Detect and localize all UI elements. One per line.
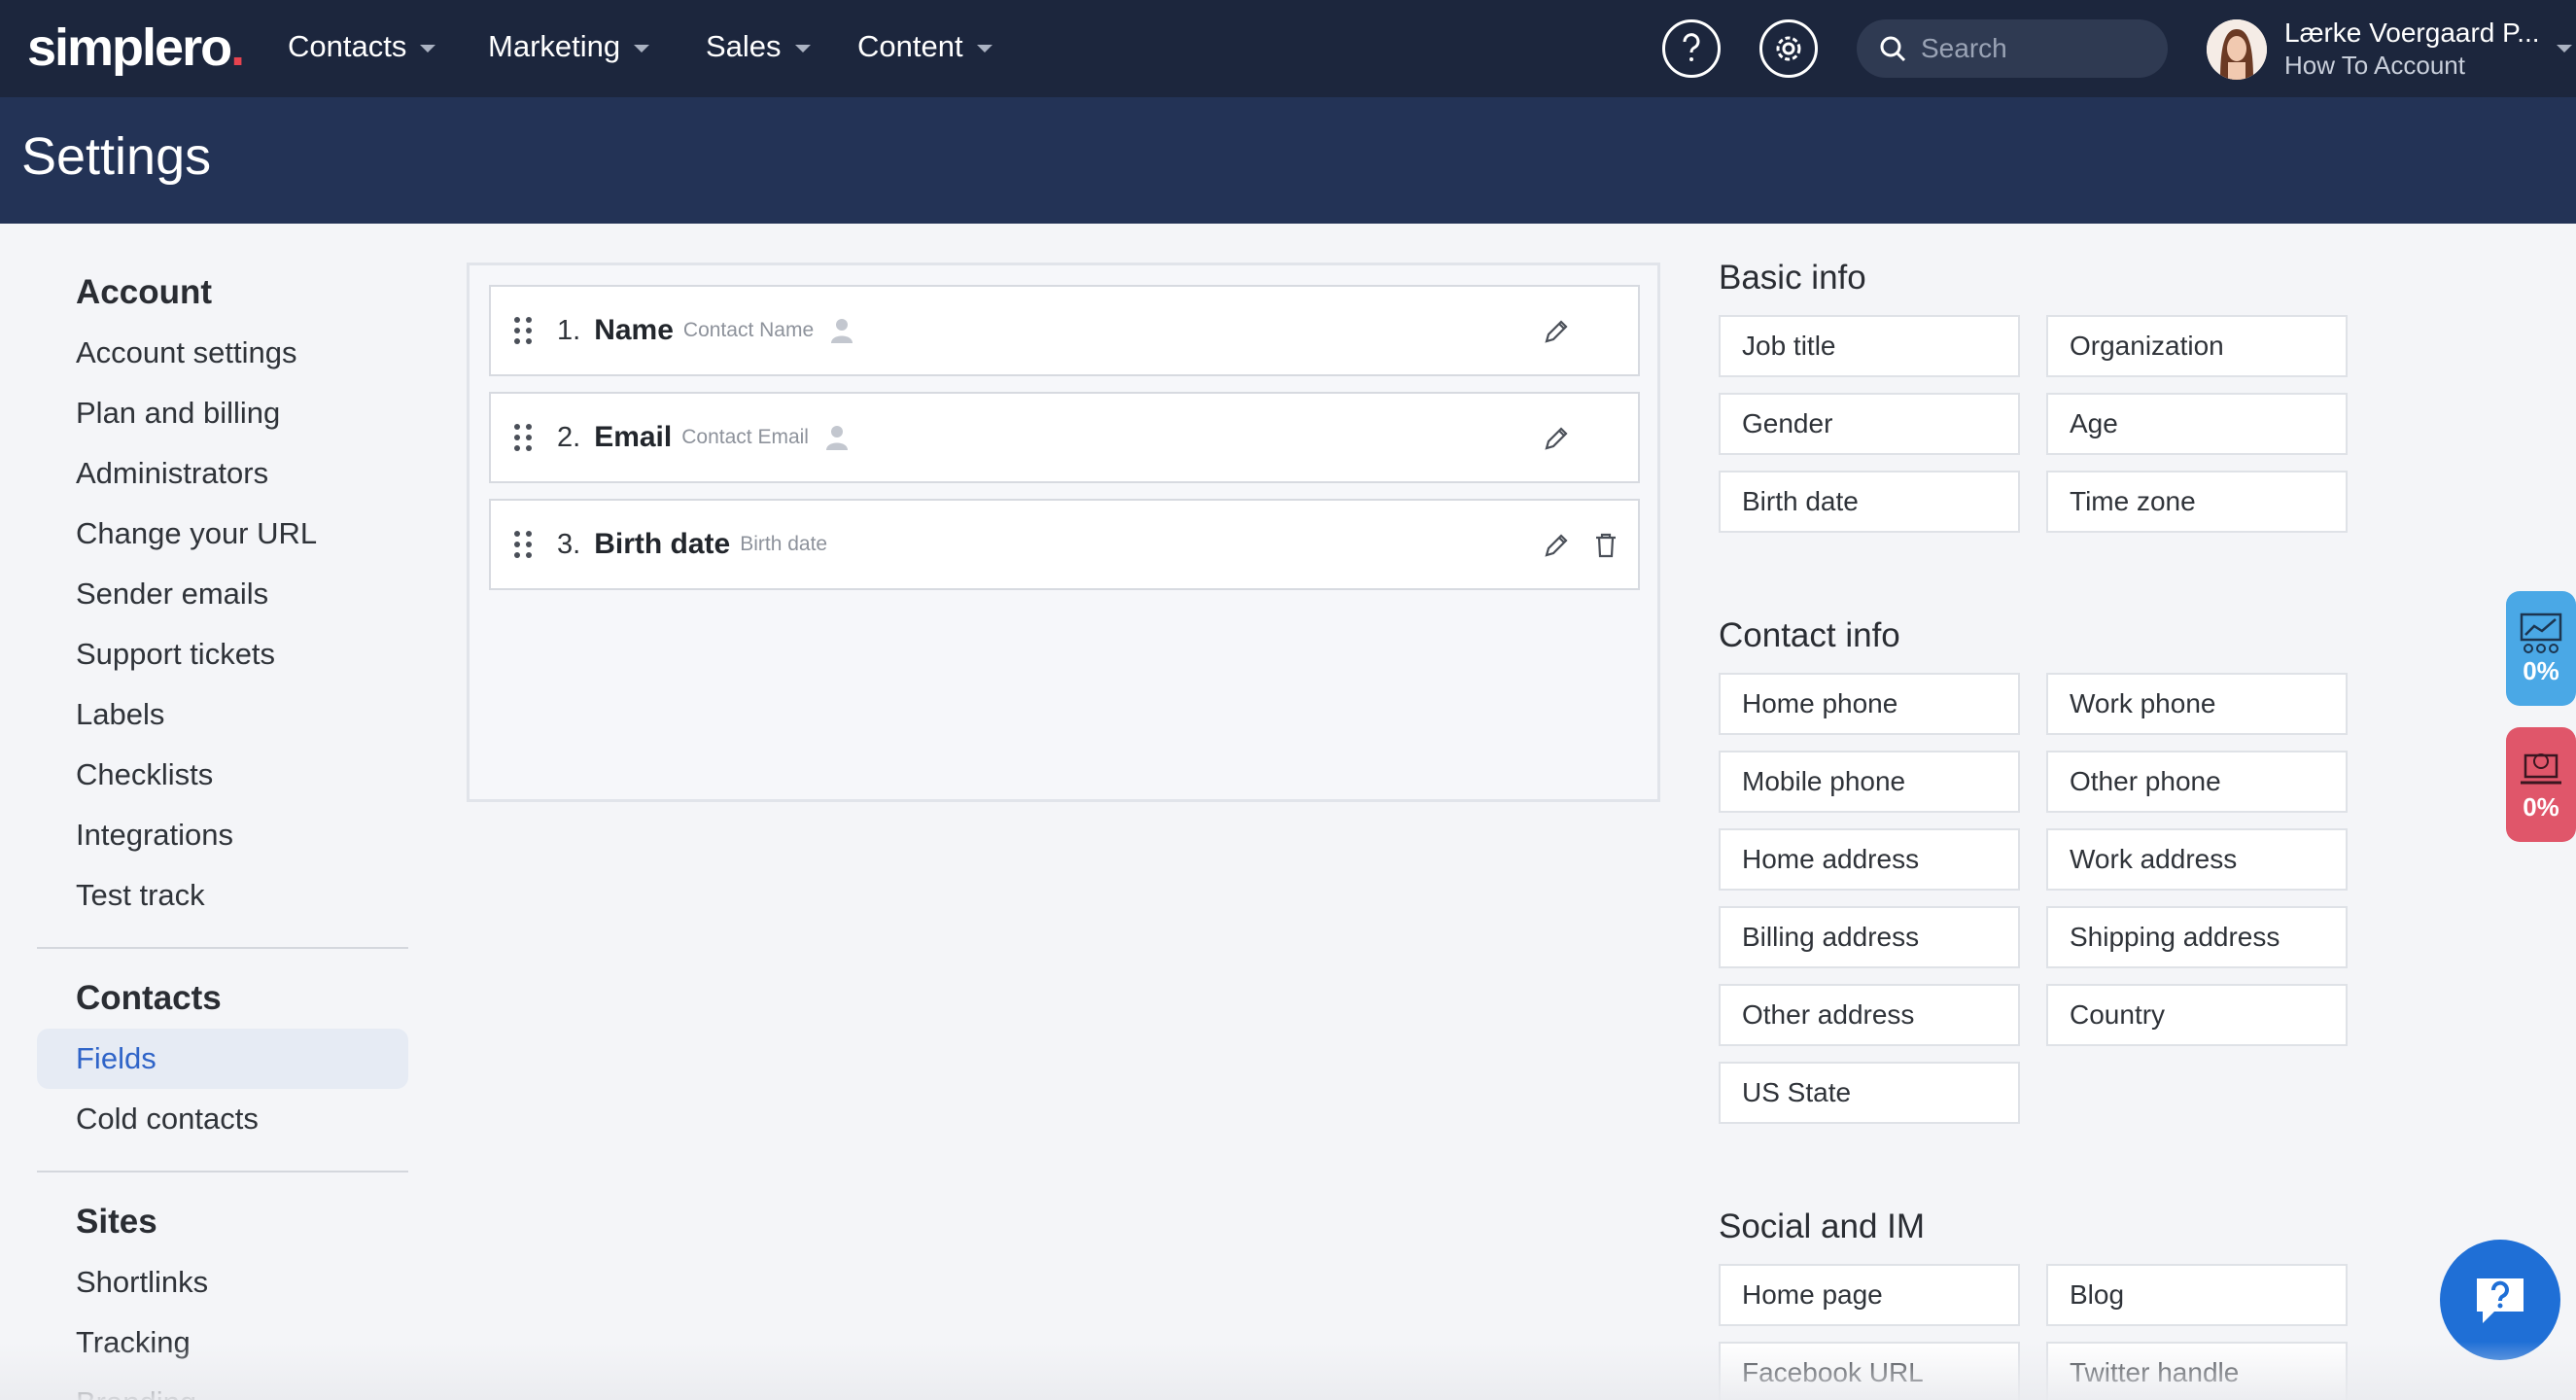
avatar[interactable] <box>2207 19 2267 80</box>
field-row[interactable]: 1. Name Contact Name <box>489 285 1640 376</box>
field-chip[interactable]: Other address <box>1719 984 2020 1046</box>
field-key: Contact Email <box>681 426 809 448</box>
fields-list-panel: 1. Name Contact Name 2. Email Contact Em… <box>467 262 1660 802</box>
field-chip[interactable]: Birth date <box>1719 471 2020 533</box>
sidebar-item-tracking[interactable]: Tracking <box>37 1312 408 1373</box>
sidebar-section-contacts: Contacts <box>76 979 222 1017</box>
field-chip[interactable]: Shipping address <box>2046 906 2348 968</box>
field-chip[interactable]: Gender <box>1719 393 2020 455</box>
field-chip[interactable]: Blog <box>2046 1264 2348 1326</box>
field-key: Contact Name <box>682 319 815 341</box>
chevron-down-icon <box>794 45 811 52</box>
nav-marketing[interactable]: Marketing <box>488 29 650 64</box>
pencil-icon[interactable] <box>1543 532 1570 559</box>
field-name: Birth date <box>594 528 731 560</box>
field-name: Name <box>594 314 674 346</box>
field-row[interactable]: 3. Birth date Birth date <box>489 499 1640 590</box>
trash-icon[interactable] <box>1593 532 1619 559</box>
sidebar-item-cold-contacts[interactable]: Cold contacts <box>37 1089 408 1149</box>
sidebar-item-support-tickets[interactable]: Support tickets <box>37 624 408 684</box>
divider <box>37 1171 408 1172</box>
sidebar-item-test-track[interactable]: Test track <box>37 865 408 926</box>
sidebar-item-branding[interactable]: Branding <box>37 1373 408 1400</box>
sidebar-item-labels[interactable]: Labels <box>37 684 408 745</box>
pencil-icon[interactable] <box>1543 318 1570 345</box>
search-input[interactable] <box>1921 33 2135 64</box>
section-basic-info: Basic info <box>1719 259 1866 297</box>
drag-handle-icon[interactable] <box>514 424 532 451</box>
progress-value: 0% <box>2523 791 2559 822</box>
sidebar-item-sender-emails[interactable]: Sender emails <box>37 564 408 624</box>
field-chip[interactable]: Organization <box>2046 315 2348 377</box>
question-icon <box>1683 33 1700 61</box>
sidebar-item-fields[interactable]: Fields <box>37 1029 408 1089</box>
user-account: How To Account <box>2284 51 2465 80</box>
field-chip[interactable]: Job title <box>1719 315 2020 377</box>
money-laptop-icon <box>2521 752 2561 784</box>
field-chip[interactable]: Mobile phone <box>1719 751 2020 813</box>
field-key: Birth date <box>740 533 828 555</box>
divider <box>37 947 408 949</box>
user-icon <box>831 319 853 343</box>
field-chip[interactable]: Time zone <box>2046 471 2348 533</box>
help-chat-button[interactable] <box>2440 1240 2560 1360</box>
sidebar-item-plan-and-billing[interactable]: Plan and billing <box>37 383 408 443</box>
section-contact-info: Contact info <box>1719 616 1900 654</box>
field-chip[interactable]: Other phone <box>2046 751 2348 813</box>
nav-contacts[interactable]: Contacts <box>288 29 436 64</box>
chevron-down-icon <box>976 45 992 52</box>
sidebar-item-account-settings[interactable]: Account settings <box>37 323 408 383</box>
nav-sales[interactable]: Sales <box>706 29 811 64</box>
settings-sidebar: Account Account settings Plan and billin… <box>37 262 408 1400</box>
nav-content[interactable]: Content <box>857 29 992 64</box>
drag-handle-icon[interactable] <box>514 531 532 558</box>
field-chip[interactable]: Work address <box>2046 828 2348 891</box>
field-row[interactable]: 2. Email Contact Email <box>489 392 1640 483</box>
sidebar-section-account: Account <box>76 273 212 311</box>
field-chip[interactable]: Home page <box>1719 1264 2020 1326</box>
chevron-down-icon[interactable] <box>2557 45 2572 52</box>
simplero-logo[interactable]: simplero. <box>27 18 245 78</box>
field-chip[interactable]: Facebook URL <box>1719 1342 2020 1400</box>
top-navbar: simplero. Contacts Marketing Sales Conte… <box>0 0 2576 97</box>
section-social-im: Social and IM <box>1719 1208 1926 1245</box>
progress-widget[interactable]: 0% <box>2506 727 2576 842</box>
search-icon <box>1880 36 1906 62</box>
page-header: Settings <box>0 97 2576 224</box>
chevron-down-icon <box>420 45 436 52</box>
user-icon <box>825 426 848 450</box>
field-number: 3. <box>557 528 581 560</box>
field-chip[interactable]: Country <box>2046 984 2348 1046</box>
field-chip[interactable]: Home phone <box>1719 673 2020 735</box>
field-number: 2. <box>557 421 581 453</box>
sidebar-item-shortlinks[interactable]: Shortlinks <box>37 1252 408 1312</box>
field-number: 1. <box>557 314 581 346</box>
sidebar-item-integrations[interactable]: Integrations <box>37 805 408 865</box>
progress-widget[interactable]: 0% <box>2506 591 2576 706</box>
page-title: Settings <box>21 127 212 186</box>
chart-icon <box>2520 612 2562 653</box>
search-box[interactable] <box>1857 19 2168 78</box>
sidebar-item-change-url[interactable]: Change your URL <box>37 504 408 564</box>
field-chip[interactable]: US State <box>1719 1062 2020 1124</box>
sidebar-item-administrators[interactable]: Administrators <box>37 443 408 504</box>
drag-handle-icon[interactable] <box>514 317 532 344</box>
sidebar-section-sites: Sites <box>76 1203 157 1241</box>
sidebar-item-checklists[interactable]: Checklists <box>37 745 408 805</box>
field-chip[interactable]: Billing address <box>1719 906 2020 968</box>
question-bubble-icon <box>2477 1278 2524 1323</box>
settings-button[interactable] <box>1759 19 1818 78</box>
field-chip[interactable]: Age <box>2046 393 2348 455</box>
pencil-icon[interactable] <box>1543 425 1570 452</box>
field-chip[interactable]: Home address <box>1719 828 2020 891</box>
gear-icon <box>1776 36 1801 61</box>
chevron-down-icon <box>634 45 650 52</box>
field-chip[interactable]: Twitter handle <box>2046 1342 2348 1400</box>
progress-value: 0% <box>2523 655 2559 685</box>
user-name: Lærke Voergaard P... <box>2284 18 2540 48</box>
field-chip[interactable]: Work phone <box>2046 673 2348 735</box>
help-button[interactable] <box>1662 19 1721 78</box>
field-name: Email <box>594 421 673 453</box>
user-menu[interactable]: Lærke Voergaard P... How To Account <box>2284 18 2540 81</box>
